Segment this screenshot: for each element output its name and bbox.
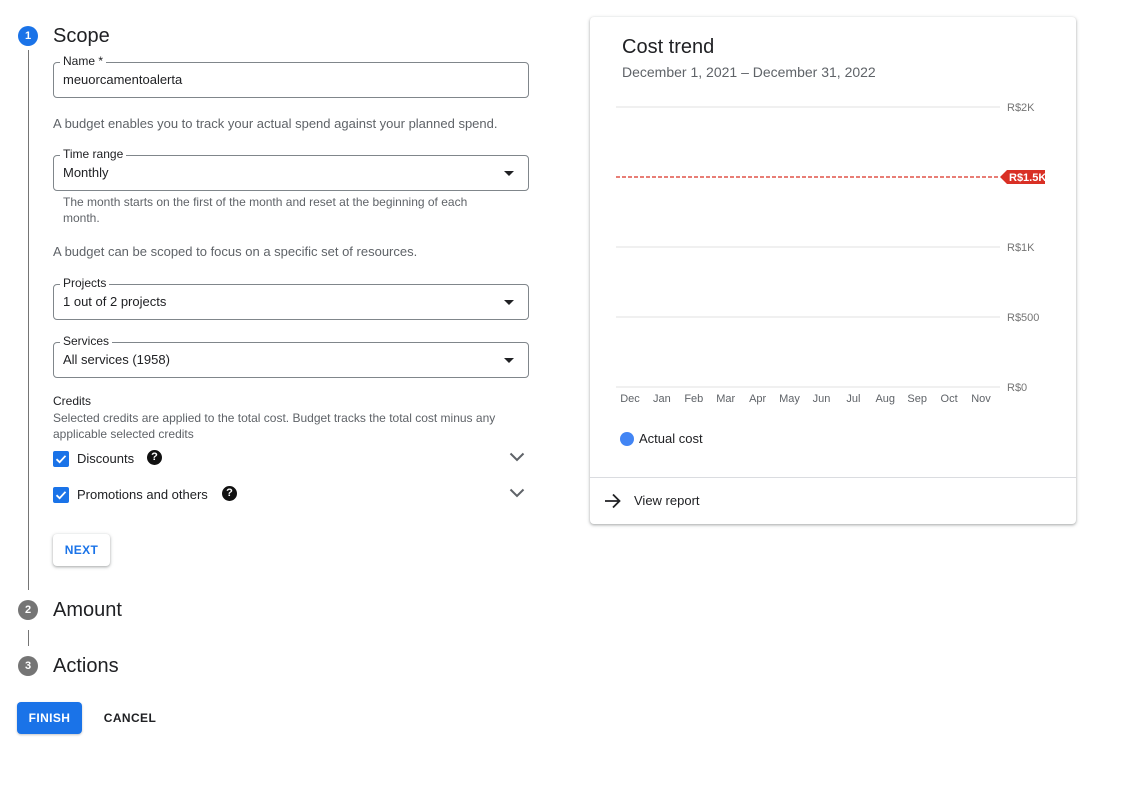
- name-field[interactable]: Name * meuorcamentoalerta: [53, 54, 529, 98]
- x-tick-label: Sep: [907, 393, 927, 405]
- view-report-label: View report: [634, 493, 700, 508]
- promotions-label[interactable]: Promotions and others: [77, 487, 208, 502]
- x-tick-label: May: [779, 393, 800, 405]
- next-button[interactable]: NEXT: [53, 534, 110, 566]
- legend-label-actual-cost: Actual cost: [639, 431, 703, 446]
- services-label: Services: [60, 334, 113, 348]
- cancel-button[interactable]: CANCEL: [96, 702, 164, 734]
- step-2-number: 2: [18, 600, 38, 620]
- step-2-connector: [28, 630, 29, 646]
- step-3-title[interactable]: Actions: [53, 655, 119, 678]
- dropdown-arrow-icon: [504, 358, 514, 363]
- step-2-title[interactable]: Amount: [53, 599, 122, 622]
- projects-value: 1 out of 2 projects: [63, 294, 167, 309]
- finish-button[interactable]: FINISH: [17, 702, 82, 734]
- checkmark-icon: [55, 491, 67, 500]
- credits-description-line1: Selected credits are applied to the tota…: [53, 411, 496, 425]
- time-range-helper-line2: month.: [63, 211, 100, 225]
- x-tick-label: Apr: [749, 393, 766, 405]
- credits-title: Credits: [53, 394, 92, 408]
- time-range-label: Time range: [60, 147, 127, 161]
- x-tick-label: Jun: [813, 393, 831, 405]
- y-tick-label: R$500: [1007, 312, 1039, 324]
- x-tick-label: Feb: [684, 393, 703, 405]
- promotions-checkbox[interactable]: [53, 487, 69, 503]
- dropdown-arrow-icon: [504, 171, 514, 176]
- x-tick-label: Nov: [971, 393, 991, 405]
- credits-description-line2: applicable selected credits: [53, 427, 194, 441]
- y-tick-label: R$2K: [1007, 102, 1035, 114]
- budget-intro-text: A budget enables you to track your actua…: [53, 116, 498, 131]
- discounts-label[interactable]: Discounts: [77, 451, 134, 466]
- cost-trend-card: Cost trend December 1, 2021 – December 3…: [590, 17, 1076, 524]
- services-select[interactable]: Services All services (1958): [53, 334, 529, 378]
- arrow-right-icon: [605, 493, 621, 509]
- x-tick-label: Aug: [875, 393, 895, 405]
- x-tick-label: Oct: [941, 393, 958, 405]
- x-tick-label: Mar: [716, 393, 735, 405]
- projects-label: Projects: [60, 276, 110, 290]
- projects-select[interactable]: Projects 1 out of 2 projects: [53, 276, 529, 320]
- services-value: All services (1958): [63, 352, 170, 367]
- cost-trend-chart: R$0 R$500 R$1K R$2K R$1.5K Dec Jan Feb Mar Apr May…: [616, 102, 1046, 405]
- name-field-label: Name *: [60, 54, 107, 68]
- y-tick-label: R$0: [1007, 382, 1027, 394]
- budget-threshold-label: R$1.5K: [1009, 172, 1046, 184]
- x-tick-label: Dec: [620, 393, 640, 405]
- chevron-down-icon[interactable]: [509, 452, 525, 462]
- step-1-title[interactable]: Scope: [53, 25, 110, 48]
- x-tick-label: Jul: [846, 393, 860, 405]
- step-1-connector: [28, 50, 29, 590]
- time-range-helper-line1: The month starts on the first of the mon…: [63, 195, 468, 209]
- help-icon[interactable]: ?: [222, 486, 237, 501]
- legend-marker-actual-cost: [620, 432, 634, 446]
- dropdown-arrow-icon: [504, 300, 514, 305]
- x-tick-label: Jan: [653, 393, 671, 405]
- y-tick-label: R$1K: [1007, 242, 1035, 254]
- time-range-select[interactable]: Time range Monthly: [53, 147, 529, 191]
- card-divider: [590, 477, 1076, 478]
- checkmark-icon: [55, 455, 67, 464]
- step-3-number: 3: [18, 656, 38, 676]
- chevron-down-icon[interactable]: [509, 488, 525, 498]
- time-range-value: Monthly: [63, 165, 109, 180]
- scope-intro-text: A budget can be scoped to focus on a spe…: [53, 244, 418, 259]
- step-1-number: 1: [18, 26, 38, 46]
- name-field-value[interactable]: meuorcamentoalerta: [63, 72, 182, 88]
- discounts-checkbox[interactable]: [53, 451, 69, 467]
- help-icon[interactable]: ?: [147, 450, 162, 465]
